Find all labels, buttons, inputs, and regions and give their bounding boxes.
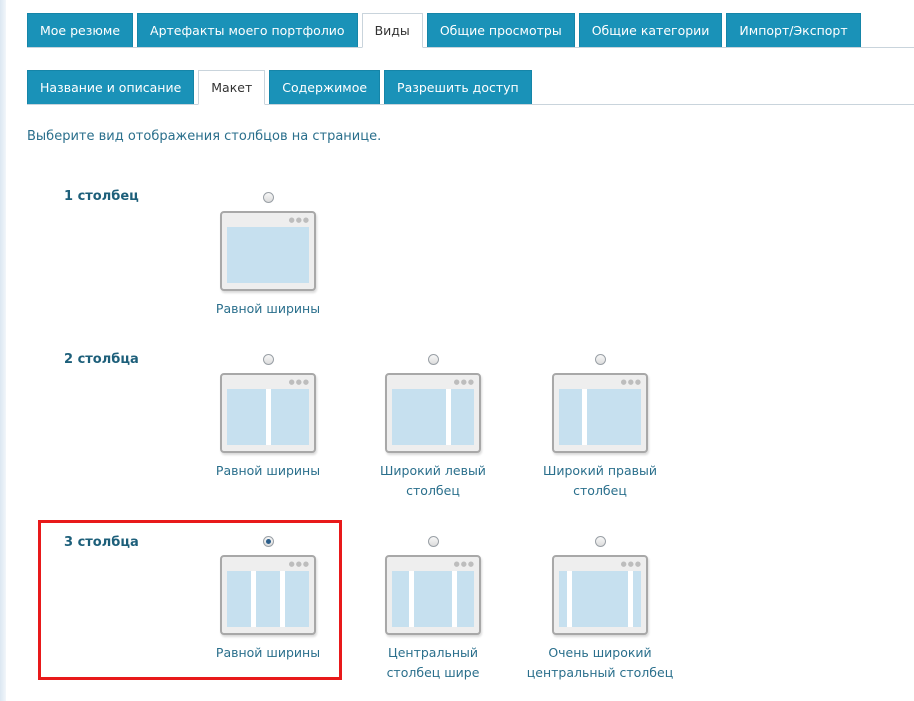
- subtab-content[interactable]: Содержимое: [269, 70, 381, 104]
- left-gutter: [0, 0, 6, 701]
- tab-shared-views[interactable]: Общие просмотры: [426, 13, 575, 47]
- window-dots-icon: ●●●: [288, 378, 310, 386]
- layout-3col-center-very-wide-icon[interactable]: ●●●: [552, 555, 648, 635]
- radio-3col-center-very-wide[interactable]: [594, 536, 606, 547]
- option-label: Равной ширины: [215, 463, 321, 478]
- option-label: Широкий правый столбец: [543, 463, 657, 498]
- main-tabs-baseline: [27, 47, 914, 48]
- window-dots-icon: ●●●: [620, 560, 642, 568]
- subtab-share-access[interactable]: Разрешить доступ: [384, 70, 532, 104]
- tab-my-resume[interactable]: Мое резюме: [27, 13, 134, 47]
- layout-2col-wide-right-icon[interactable]: ●●●: [552, 373, 648, 453]
- tab-views[interactable]: Виды: [361, 13, 423, 48]
- instructions-text: Выберите вид отображения столбцов на стр…: [27, 129, 382, 144]
- sub-tabs: Название и описание Макет Содержимое Раз…: [27, 70, 536, 105]
- subtab-layout[interactable]: Макет: [198, 70, 266, 105]
- option-label: Очень широкий центральный столбец: [526, 645, 674, 680]
- option-label: Широкий левый столбец: [380, 463, 486, 498]
- radio-1col-equal[interactable]: [262, 192, 274, 203]
- tab-shared-categories[interactable]: Общие категории: [578, 13, 723, 47]
- tab-import-export[interactable]: Импорт/Экспорт: [726, 13, 861, 47]
- layout-option-3col-center-very-wide[interactable]: ●●● Очень широкий центральный столбец: [525, 536, 675, 683]
- radio-2col-wide-right[interactable]: [594, 354, 606, 365]
- window-dots-icon: ●●●: [453, 378, 475, 386]
- layout-option-2col-equal[interactable]: ●●● Равной ширины: [193, 354, 343, 481]
- layout-option-2col-wide-right[interactable]: ●●● Широкий правый столбец: [525, 354, 675, 501]
- layout-option-1col-equal[interactable]: ●●● Равной ширины: [193, 192, 343, 319]
- layout-3col-center-wide-icon[interactable]: ●●●: [385, 555, 481, 635]
- option-label: Центральный столбец шире: [386, 645, 480, 680]
- radio-2col-equal[interactable]: [262, 354, 274, 365]
- group-label-1-column: 1 столбец: [64, 189, 139, 204]
- selection-highlight-box: [38, 520, 342, 680]
- sub-tabs-baseline: [27, 104, 914, 105]
- subtab-title-description[interactable]: Название и описание: [27, 70, 195, 104]
- layout-option-3col-center-wide[interactable]: ●●● Центральный столбец шире: [358, 536, 508, 683]
- radio-3col-center-wide[interactable]: [427, 536, 439, 547]
- group-label-2-columns: 2 столбца: [64, 352, 139, 367]
- main-tabs: Мое резюме Артефакты моего портфолио Вид…: [27, 13, 865, 48]
- radio-2col-wide-left[interactable]: [427, 354, 439, 365]
- layout-option-2col-wide-left[interactable]: ●●● Широкий левый столбец: [358, 354, 508, 501]
- option-label: Равной ширины: [215, 301, 321, 316]
- layout-2col-equal-icon[interactable]: ●●●: [220, 373, 316, 453]
- window-dots-icon: ●●●: [620, 378, 642, 386]
- window-dots-icon: ●●●: [288, 216, 310, 224]
- window-dots-icon: ●●●: [453, 560, 475, 568]
- tab-portfolio-artefacts[interactable]: Артефакты моего портфолио: [137, 13, 358, 47]
- layout-1col-icon[interactable]: ●●●: [220, 211, 316, 291]
- layout-2col-wide-left-icon[interactable]: ●●●: [385, 373, 481, 453]
